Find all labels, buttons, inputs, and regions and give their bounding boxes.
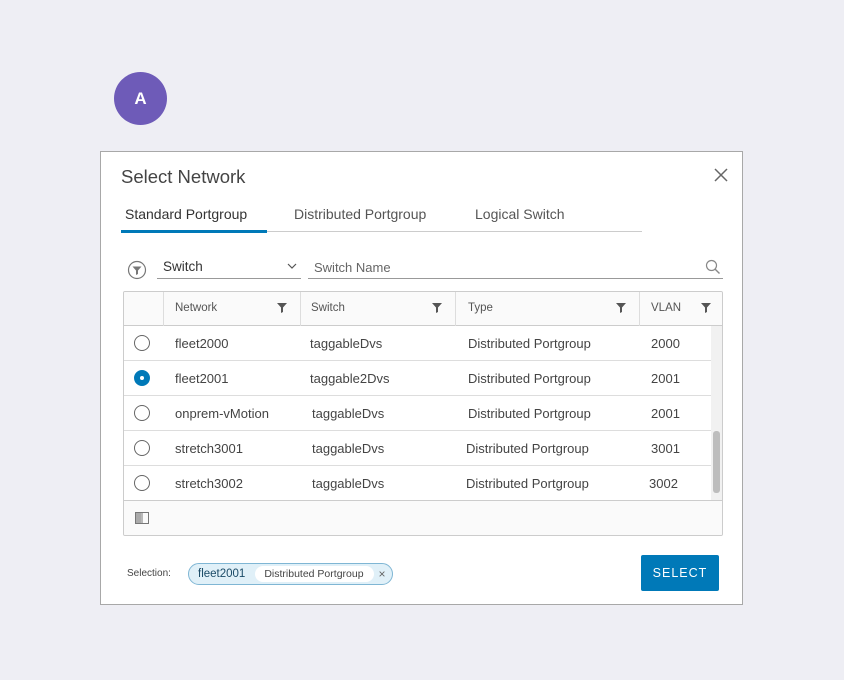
filter-toggle-button[interactable] <box>127 260 147 280</box>
cell-type: Distributed Portgroup <box>468 336 591 351</box>
table-row[interactable]: fleet2000 taggableDvs Distributed Portgr… <box>124 326 712 361</box>
filter-field-value: Switch <box>163 259 203 274</box>
cell-switch: taggableDvs <box>312 406 385 421</box>
search-field <box>308 257 723 279</box>
column-filter-icon[interactable] <box>277 303 287 313</box>
grid-header: Network Switch Type VLAN <box>124 292 722 326</box>
tab-standard-portgroup[interactable]: Standard Portgroup <box>121 200 267 233</box>
cell-type: Distributed Portgroup <box>466 441 589 456</box>
dialog-title: Select Network <box>121 166 246 187</box>
table-row[interactable]: onprem-vMotion taggableDvs Distributed P… <box>124 396 712 431</box>
select-button[interactable]: SELECT <box>641 555 719 591</box>
cell-network: stretch3002 <box>175 476 243 491</box>
switch-name-search-input[interactable] <box>308 257 688 277</box>
cell-network: fleet2001 <box>175 371 229 386</box>
cell-switch: taggableDvs <box>312 441 385 456</box>
grid-footer <box>124 500 722 535</box>
cell-switch: taggableDvs <box>312 476 385 491</box>
filter-field-select[interactable]: Switch <box>157 257 301 279</box>
cell-vlan: 3002 <box>649 476 678 491</box>
selection-chip: fleet2001 Distributed Portgroup × <box>188 563 393 585</box>
column-header-type[interactable]: Type <box>468 302 493 314</box>
grid-body: fleet2000 taggableDvs Distributed Portgr… <box>124 326 722 501</box>
cell-switch: taggableDvs <box>310 336 383 351</box>
selection-label: Selection: <box>127 568 171 579</box>
cell-vlan: 2001 <box>651 371 680 386</box>
search-icon[interactable] <box>705 259 721 275</box>
cell-vlan: 2001 <box>651 406 680 421</box>
row-radio[interactable] <box>134 440 150 456</box>
step-badge-letter: A <box>134 88 147 108</box>
row-radio-selected[interactable] <box>134 370 150 386</box>
page: A Select Network Standard Portgroup Dist… <box>0 0 844 680</box>
cell-network: stretch3001 <box>175 441 243 456</box>
cell-type: Distributed Portgroup <box>468 371 591 386</box>
cell-switch: taggable2Dvs <box>310 371 390 386</box>
tab-distributed-portgroup[interactable]: Distributed Portgroup <box>267 200 447 232</box>
vertical-scrollbar[interactable] <box>711 326 722 501</box>
tab-logical-switch[interactable]: Logical Switch <box>447 200 617 232</box>
table-row[interactable]: stretch3002 taggableDvs Distributed Port… <box>124 466 712 501</box>
selection-chip-name: fleet2001 <box>198 568 246 580</box>
column-header-vlan[interactable]: VLAN <box>651 302 681 314</box>
cell-vlan: 3001 <box>651 441 680 456</box>
close-button[interactable] <box>712 166 730 184</box>
close-icon <box>714 168 728 182</box>
network-datagrid: Network Switch Type VLAN fleet2000 tagga… <box>123 291 723 536</box>
column-filter-icon[interactable] <box>616 303 626 313</box>
cell-network: fleet2000 <box>175 336 229 351</box>
network-type-tabs: Standard Portgroup Distributed Portgroup… <box>121 200 642 233</box>
select-network-dialog: Select Network Standard Portgroup Distri… <box>100 151 743 605</box>
column-toggle-icon[interactable] <box>135 512 149 524</box>
chevron-down-icon <box>287 263 297 269</box>
cell-vlan: 2000 <box>651 336 680 351</box>
table-row[interactable]: stretch3001 taggableDvs Distributed Port… <box>124 431 712 466</box>
cell-type: Distributed Portgroup <box>468 406 591 421</box>
row-radio[interactable] <box>134 405 150 421</box>
filter-bar: Switch <box>127 257 723 281</box>
cell-network: onprem-vMotion <box>175 406 269 421</box>
scrollbar-thumb[interactable] <box>713 431 720 493</box>
filter-circle-icon <box>127 260 147 280</box>
cell-type: Distributed Portgroup <box>466 476 589 491</box>
step-badge: A <box>114 72 167 125</box>
remove-selection-icon[interactable]: × <box>379 567 386 581</box>
column-filter-icon[interactable] <box>701 303 711 313</box>
column-divider <box>455 292 456 326</box>
column-filter-icon[interactable] <box>432 303 442 313</box>
table-row[interactable]: fleet2001 taggable2Dvs Distributed Portg… <box>124 361 712 396</box>
column-header-network[interactable]: Network <box>175 302 217 314</box>
row-radio[interactable] <box>134 335 150 351</box>
column-divider <box>300 292 301 326</box>
selection-chip-type: Distributed Portgroup <box>255 566 374 582</box>
column-divider <box>639 292 640 326</box>
column-divider <box>163 292 164 326</box>
row-radio[interactable] <box>134 475 150 491</box>
column-header-switch[interactable]: Switch <box>311 302 345 314</box>
